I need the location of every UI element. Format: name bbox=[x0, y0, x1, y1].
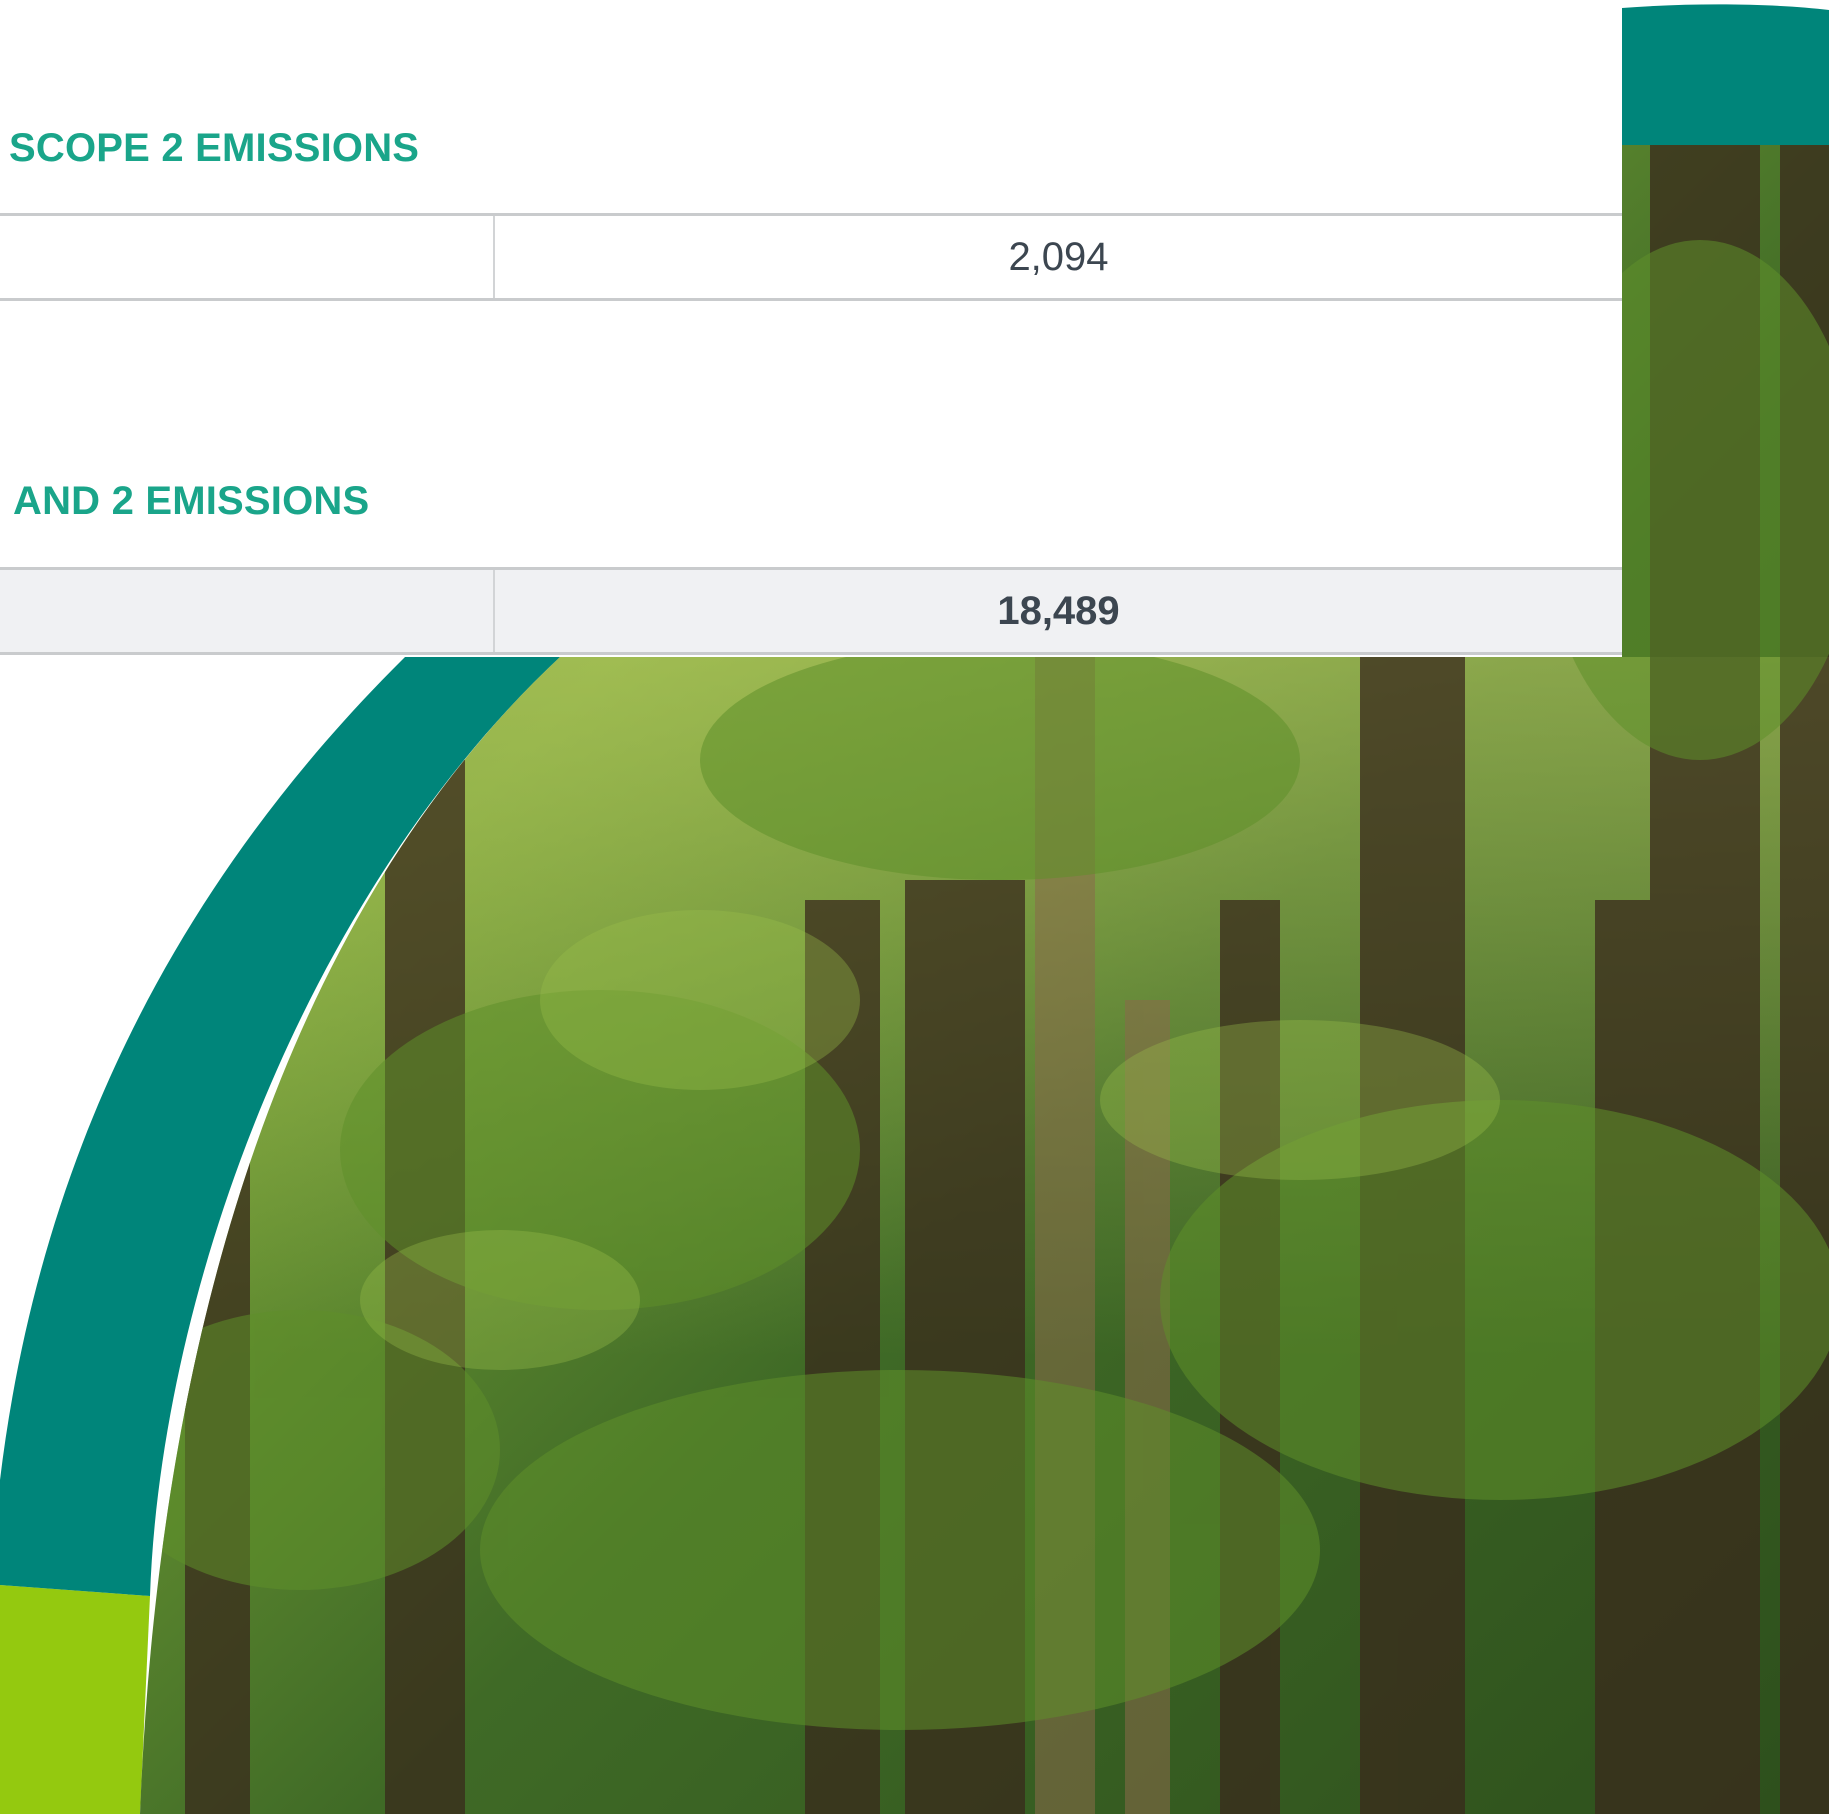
teal-top-band bbox=[1622, 4, 1829, 150]
scope-1-and-2-total-value: 18,489 bbox=[997, 588, 1120, 633]
table-row: 2,094 bbox=[0, 213, 1622, 301]
lime-arc-band bbox=[0, 1585, 150, 1814]
emissions-table-panel: SCOPE 2 EMISSIONS 2,094 AND 2 EMISSIONS … bbox=[0, 0, 1622, 657]
section-heading-scope-1-and-2: AND 2 EMISSIONS bbox=[13, 479, 370, 523]
scope-2-value: 2,094 bbox=[1008, 234, 1109, 279]
section-heading-scope-2: SCOPE 2 EMISSIONS bbox=[9, 126, 420, 170]
table-row-total: 18,489 bbox=[0, 567, 1622, 655]
